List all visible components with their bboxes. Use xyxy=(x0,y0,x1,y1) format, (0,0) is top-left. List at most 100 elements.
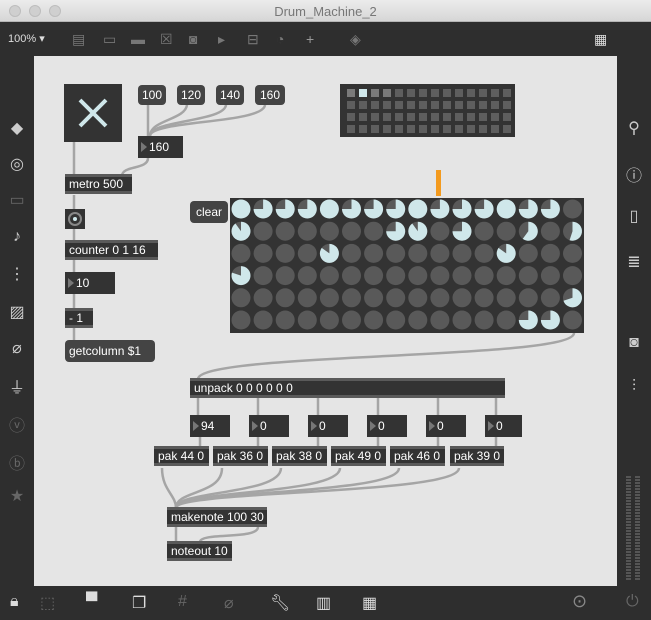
dial-4-8[interactable] xyxy=(408,288,428,308)
dial-5-8[interactable] xyxy=(408,310,428,330)
dial-4-9[interactable] xyxy=(430,288,450,308)
matrix-cell[interactable] xyxy=(431,113,439,121)
matrix-cell[interactable] xyxy=(491,113,499,121)
dial-3-8[interactable] xyxy=(408,266,428,286)
counter-object[interactable]: counter 0 1 16 xyxy=(65,240,158,260)
dial-2-3[interactable] xyxy=(297,243,317,263)
image-icon[interactable]: ▨ xyxy=(0,302,34,322)
dial-0-2[interactable] xyxy=(275,199,295,219)
dial-3-9[interactable] xyxy=(430,266,450,286)
matrix-cell[interactable] xyxy=(491,101,499,109)
matrix-cell[interactable] xyxy=(455,113,463,121)
dial-0-6[interactable] xyxy=(364,199,384,219)
zoom-level-dropdown[interactable]: 100% ▾ xyxy=(8,32,45,45)
dial-2-4[interactable] xyxy=(319,243,339,263)
tempo-number-box[interactable]: 160 xyxy=(138,136,183,158)
dial-5-2[interactable] xyxy=(275,310,295,330)
dial-2-0[interactable] xyxy=(231,243,251,263)
matrix-cell[interactable] xyxy=(503,101,511,109)
sequence-icon[interactable]: ⋮ xyxy=(0,264,34,284)
velocity-number-2[interactable]: 0 xyxy=(249,415,289,437)
matrix-cell[interactable] xyxy=(455,101,463,109)
matrix-cell[interactable] xyxy=(347,89,355,97)
dial-4-3[interactable] xyxy=(297,288,317,308)
matrix-cell[interactable] xyxy=(359,89,367,97)
camera-icon[interactable]: ◙ xyxy=(617,334,651,352)
clear-message[interactable]: clear xyxy=(190,201,228,223)
dial-5-5[interactable] xyxy=(342,310,361,330)
makenote-object[interactable]: makenote 100 30 xyxy=(167,507,267,527)
dial-0-12[interactable] xyxy=(496,199,516,219)
dial-5-0[interactable] xyxy=(231,310,251,330)
presentation-select-icon[interactable]: ⬚ xyxy=(40,593,55,613)
presentation-icon[interactable]: ▭ xyxy=(0,190,34,210)
toggle-object-icon[interactable]: ☒ xyxy=(160,31,173,48)
dial-4-12[interactable] xyxy=(496,288,516,308)
dial-2-8[interactable] xyxy=(408,243,428,263)
matrix-ctrl[interactable] xyxy=(340,84,515,137)
matrix-cell[interactable] xyxy=(503,89,511,97)
metro-object[interactable]: metro 500 xyxy=(65,174,132,194)
matrix-cell[interactable] xyxy=(443,89,451,97)
b-icon[interactable]: ⓑ xyxy=(0,450,34,474)
matrix-cell[interactable] xyxy=(443,113,451,121)
dial-3-1[interactable] xyxy=(253,266,273,286)
dial-0-10[interactable] xyxy=(452,199,472,219)
matrix-cell[interactable] xyxy=(419,101,427,109)
dial-object-icon[interactable]: ◔ xyxy=(276,31,284,47)
number-object-icon[interactable]: ▸ xyxy=(218,31,225,48)
matrix-cell[interactable] xyxy=(419,89,427,97)
dial-5-10[interactable] xyxy=(452,310,472,330)
matrix-cell[interactable] xyxy=(455,89,463,97)
dial-1-7[interactable] xyxy=(386,221,406,241)
dial-0-9[interactable] xyxy=(430,199,450,219)
matrix-cell[interactable] xyxy=(359,101,367,109)
toggle[interactable] xyxy=(64,84,122,142)
matrix-cell[interactable] xyxy=(491,89,499,97)
matrix-cell[interactable] xyxy=(479,113,487,121)
dial-4-1[interactable] xyxy=(253,288,273,308)
matrix-cell[interactable] xyxy=(503,125,511,133)
dial-2-10[interactable] xyxy=(452,243,472,263)
matrix-cell[interactable] xyxy=(407,89,415,97)
matrix-cell[interactable] xyxy=(383,101,391,109)
dial-1-13[interactable] xyxy=(518,221,538,241)
matrix-cell[interactable] xyxy=(419,113,427,121)
matrix-cell[interactable] xyxy=(383,113,391,121)
matrix-cell[interactable] xyxy=(407,113,415,121)
circle-target-icon[interactable]: ◎ xyxy=(0,154,34,174)
dial-4-11[interactable] xyxy=(474,288,494,308)
dial-0-7[interactable] xyxy=(386,199,406,219)
dial-2-5[interactable] xyxy=(342,243,361,263)
dial-4-4[interactable] xyxy=(319,288,339,308)
dial-0-5[interactable] xyxy=(342,199,361,219)
presentation-mode-icon[interactable]: ▀ xyxy=(86,593,97,611)
dial-1-8[interactable] xyxy=(408,221,428,241)
dial-3-15[interactable] xyxy=(563,266,582,286)
matrix-cell[interactable] xyxy=(371,101,379,109)
comment-icon[interactable]: ▬ xyxy=(131,31,145,47)
dial-1-10[interactable] xyxy=(452,221,472,241)
matrix-cell[interactable] xyxy=(395,89,403,97)
velocity-number-3[interactable]: 0 xyxy=(308,415,348,437)
paperclip-icon[interactable]: ⌀ xyxy=(0,338,34,358)
dial-5-12[interactable] xyxy=(496,310,516,330)
list-icon[interactable]: ≣ xyxy=(617,252,651,272)
velocity-number-6[interactable]: 0 xyxy=(485,415,522,437)
dial-1-5[interactable] xyxy=(342,221,361,241)
dial-3-14[interactable] xyxy=(540,266,560,286)
keyboard-icon[interactable]: ▦ xyxy=(362,593,377,613)
windows-icon[interactable]: ❐ xyxy=(132,593,146,613)
matrix-cell[interactable] xyxy=(431,89,439,97)
matrix-cell[interactable] xyxy=(431,125,439,133)
dial-2-6[interactable] xyxy=(364,243,384,263)
dial-3-3[interactable] xyxy=(297,266,317,286)
dial-3-10[interactable] xyxy=(452,266,472,286)
star-icon[interactable]: ★ xyxy=(0,486,34,506)
pak-object-4[interactable]: pak 49 0 xyxy=(331,446,386,466)
matrix-cell[interactable] xyxy=(395,101,403,109)
dial-3-0[interactable] xyxy=(231,266,251,286)
dial-1-2[interactable] xyxy=(275,221,295,241)
dial-grid[interactable] xyxy=(230,198,584,333)
dial-5-14[interactable] xyxy=(540,310,560,330)
